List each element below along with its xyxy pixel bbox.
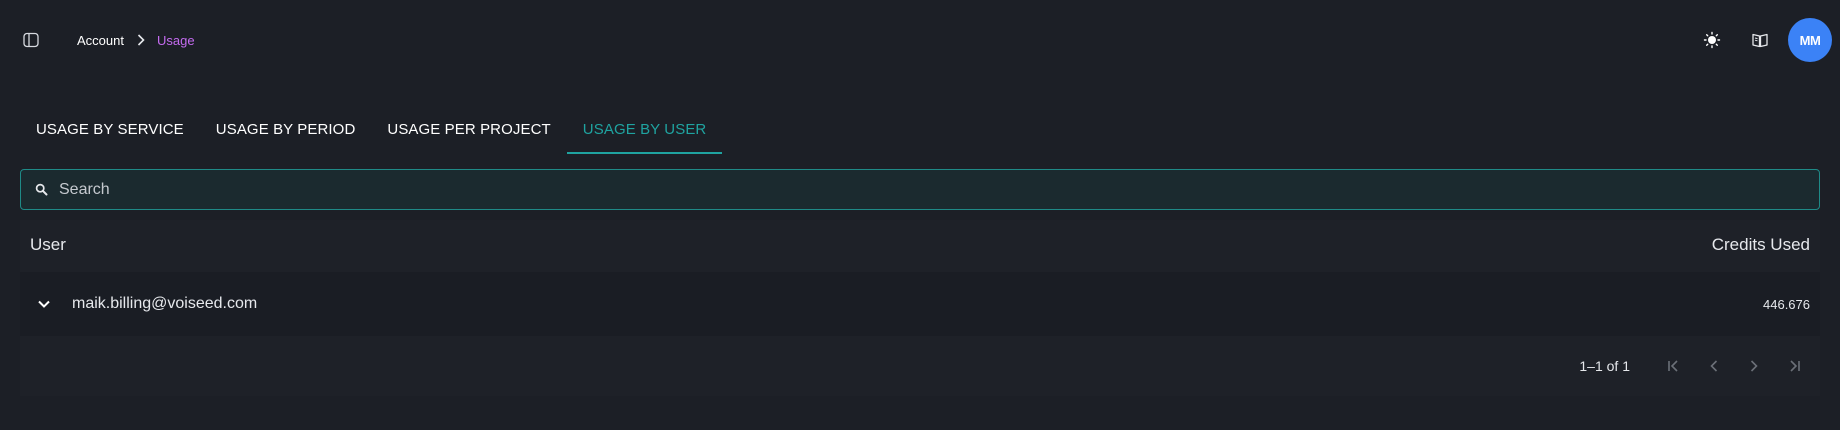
book-icon[interactable] [1746, 26, 1774, 54]
previous-page-icon[interactable] [1696, 348, 1732, 384]
usage-table: User Credits Used maik.billing@voiseed.c… [20, 220, 1820, 396]
table-header: User Credits Used [20, 220, 1820, 270]
user-email: maik.billing@voiseed.com [72, 295, 258, 312]
column-header-credits-used[interactable]: Credits Used [1712, 235, 1810, 255]
usage-tabs: USAGE BY SERVICE USAGE BY PERIOD USAGE P… [20, 104, 722, 154]
breadcrumb: Account Usage [77, 30, 195, 50]
breadcrumb-usage: Usage [156, 32, 195, 48]
sidebar-toggle-icon[interactable] [20, 29, 42, 51]
chevron-right-icon [137, 34, 145, 46]
next-page-icon[interactable] [1736, 348, 1772, 384]
sun-icon[interactable] [1698, 26, 1726, 54]
tab-usage-per-project[interactable]: USAGE PER PROJECT [371, 104, 566, 154]
chevron-down-icon[interactable] [30, 290, 58, 318]
last-page-icon[interactable] [1776, 348, 1812, 384]
tab-usage-by-period[interactable]: USAGE BY PERIOD [200, 104, 372, 154]
tab-usage-by-user[interactable]: USAGE BY USER [566, 104, 723, 154]
search-input[interactable] [59, 170, 1819, 209]
search-box [20, 169, 1820, 210]
tab-usage-by-service[interactable]: USAGE BY SERVICE [20, 104, 200, 154]
column-header-user[interactable]: User [30, 235, 66, 255]
table-row[interactable]: maik.billing@voiseed.com 446.676 [20, 272, 1820, 336]
first-page-icon[interactable] [1656, 348, 1692, 384]
row-user-cell: maik.billing@voiseed.com [30, 290, 257, 318]
credits-used-value: 446.676 [1763, 296, 1810, 312]
top-bar: Account Usage MM [0, 0, 1840, 80]
search-icon [35, 183, 49, 197]
breadcrumb-account[interactable]: Account [77, 33, 124, 48]
pagination: 1–1 of 1 [20, 336, 1820, 396]
pagination-range: 1–1 of 1 [1579, 358, 1630, 374]
avatar[interactable]: MM [1788, 18, 1832, 62]
